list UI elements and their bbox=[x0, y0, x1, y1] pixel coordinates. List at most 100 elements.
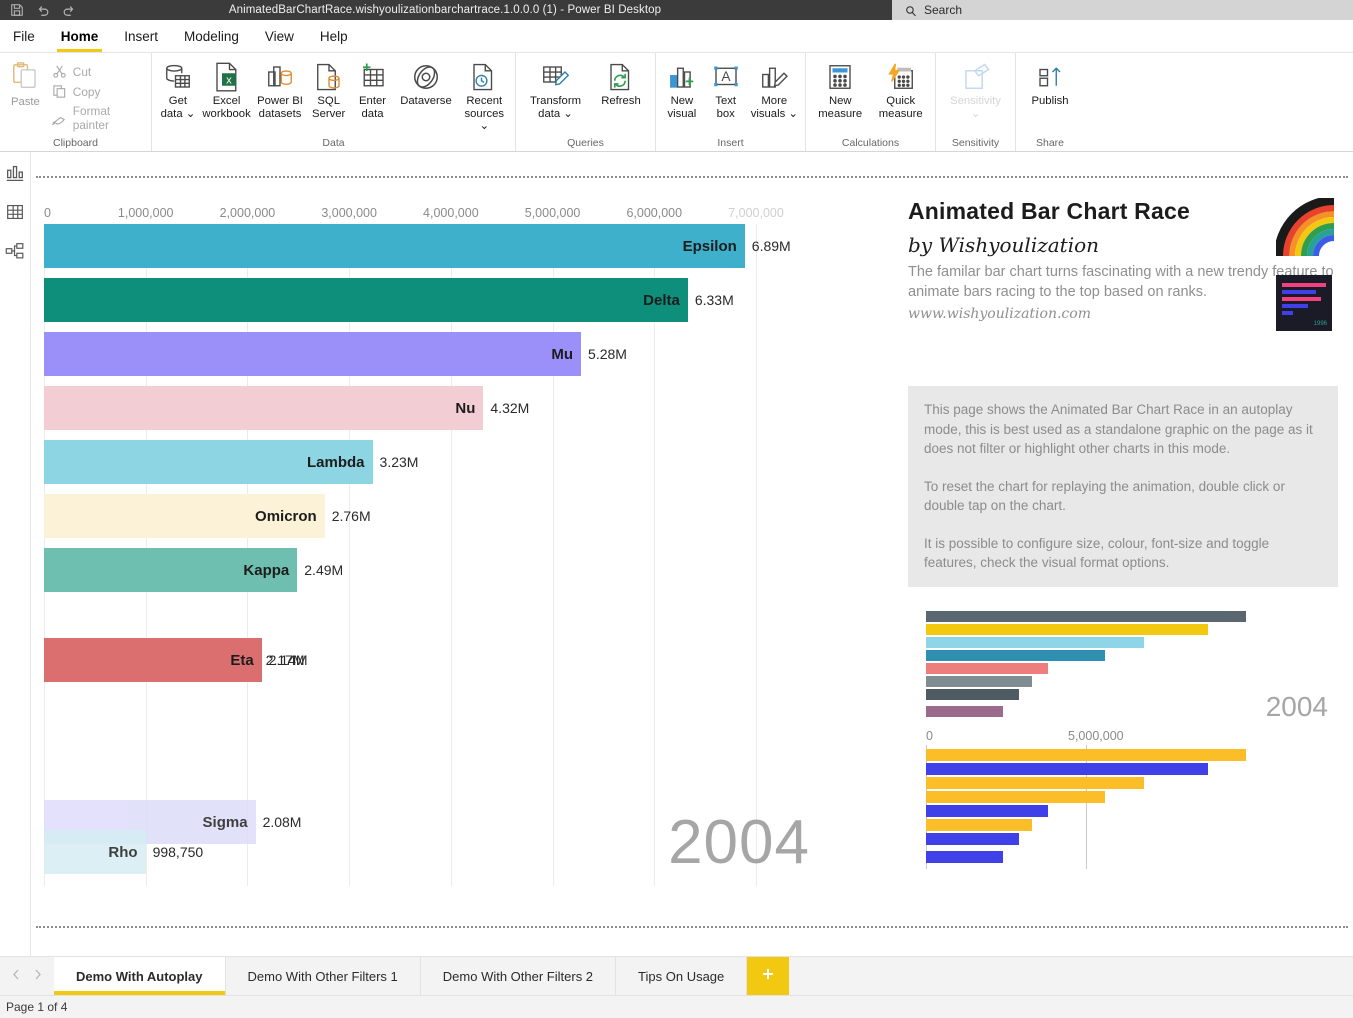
tab-view[interactable]: View bbox=[252, 20, 307, 52]
mini-chart-top[interactable]: 2004 bbox=[908, 610, 1338, 723]
add-page-button[interactable] bbox=[747, 957, 790, 995]
bar-category-label: Delta bbox=[643, 291, 680, 309]
x-axis-tick: 4,000,000 bbox=[423, 206, 479, 220]
text-box-button[interactable]: A Text box bbox=[704, 57, 748, 122]
tab-home[interactable]: Home bbox=[48, 20, 112, 52]
more-visuals-icon bbox=[759, 59, 789, 95]
bar-row[interactable]: Eta 2.14M 2.17M bbox=[44, 638, 308, 682]
mini-axis-tick: 5,000,000 bbox=[1068, 728, 1124, 743]
tab-file[interactable]: File bbox=[0, 20, 48, 52]
text-box-label-1: Text bbox=[715, 95, 737, 107]
ribbon-toolbar: Paste Cut Copy Format painter Clipboard … bbox=[0, 53, 1353, 152]
bar-row[interactable]: Omicron 2.76M bbox=[44, 494, 371, 538]
bar[interactable]: Delta bbox=[44, 278, 688, 322]
dataverse-button[interactable]: Dataverse bbox=[394, 57, 457, 110]
new-visual-button[interactable]: New visual bbox=[660, 57, 704, 122]
group-label-insert: Insert bbox=[717, 137, 744, 149]
publish-icon bbox=[1035, 59, 1065, 95]
report-page-canvas[interactable]: 0 1,000,000 2,000,000 3,000,000 4,000,000 5,0… bbox=[36, 176, 1348, 928]
enter-data-button[interactable]: Enter data bbox=[351, 57, 395, 122]
tab-help[interactable]: Help bbox=[307, 20, 361, 52]
powerbi-datasets-button[interactable]: Power BI datasets bbox=[253, 57, 306, 122]
bar[interactable]: Eta bbox=[44, 638, 262, 682]
cut-button[interactable]: Cut bbox=[47, 63, 147, 80]
new-visual-label-2: visual bbox=[667, 107, 697, 120]
status-bar: Page 1 of 4 bbox=[0, 995, 1353, 1018]
x-axis-tick: 3,000,000 bbox=[321, 206, 377, 220]
bar[interactable]: Omicron bbox=[44, 494, 325, 538]
quick-measure-button[interactable]: Quick measure bbox=[871, 57, 932, 122]
copy-button[interactable]: Copy bbox=[47, 83, 147, 100]
chevron-right-icon[interactable] bbox=[33, 967, 42, 985]
ribbon-group-sensitivity: Sensitivity ⌄ Sensitivity bbox=[936, 53, 1016, 151]
ribbon-group-clipboard: Paste Cut Copy Format painter Clipboard bbox=[0, 53, 152, 151]
bar-row[interactable]: Rho 998,750 bbox=[44, 830, 203, 874]
more-visuals-button[interactable]: More visuals ⌄ bbox=[748, 57, 801, 122]
page-tab-demo-with-other-filters-1[interactable]: Demo With Other Filters 1 bbox=[225, 957, 421, 995]
ribbon-group-calculations: New measure Quick measure Calculations bbox=[806, 53, 936, 151]
year-label: 2004 bbox=[668, 808, 810, 877]
bar-row[interactable]: Nu 4.32M bbox=[44, 386, 529, 430]
group-label-sensitivity: Sensitivity bbox=[951, 137, 1000, 149]
mini-axis-tick: 0 bbox=[926, 728, 933, 743]
enter-data-icon bbox=[358, 59, 388, 95]
bar[interactable]: Mu bbox=[44, 332, 582, 376]
bar[interactable]: Rho bbox=[44, 830, 146, 874]
mini-bar bbox=[926, 748, 1246, 761]
animated-bar-chart-race-visual[interactable]: 0 1,000,000 2,000,000 3,000,000 4,000,000 5,0… bbox=[44, 206, 874, 886]
text-box-icon: A bbox=[711, 59, 741, 95]
format-painter-button[interactable]: Format painter bbox=[47, 103, 147, 133]
x-axis: 0 1,000,000 2,000,000 3,000,000 4,000,000 5,0… bbox=[44, 206, 874, 224]
page-tab-demo-with-other-filters-2[interactable]: Demo With Other Filters 2 bbox=[420, 957, 617, 995]
get-data-button[interactable]: Get data ⌄ bbox=[156, 57, 200, 122]
bar-value-label: 6.33M bbox=[694, 292, 734, 308]
transform-data-button[interactable]: Transform data ⌄ bbox=[520, 57, 591, 122]
transform-data-label-2: data ⌄ bbox=[538, 107, 573, 120]
bar-value-label-transition: 2.17M bbox=[265, 652, 305, 668]
sql-server-button[interactable]: SQL Server bbox=[307, 57, 351, 122]
bar-race-logo-icon: 1996 bbox=[1276, 275, 1332, 331]
mini-bar bbox=[926, 610, 1246, 622]
get-data-label-2: data ⌄ bbox=[160, 107, 196, 120]
bar-value-label: 4.32M bbox=[490, 400, 530, 416]
cut-label: Cut bbox=[72, 64, 92, 79]
mini-bar bbox=[926, 776, 1144, 789]
excel-icon: x bbox=[213, 59, 241, 95]
publish-button[interactable]: Publish bbox=[1020, 57, 1080, 110]
bar-row[interactable]: Epsilon 6.89M bbox=[44, 224, 791, 268]
bar-row[interactable]: Mu 5.28M bbox=[44, 332, 627, 376]
report-view-icon[interactable] bbox=[4, 162, 26, 184]
recent-sources-label-1: Recent bbox=[466, 95, 503, 107]
page-tab-demo-with-autoplay[interactable]: Demo With Autoplay bbox=[54, 957, 226, 995]
mini-bar bbox=[926, 623, 1208, 635]
paste-button[interactable]: Paste bbox=[4, 57, 47, 108]
refresh-button[interactable]: Refresh bbox=[591, 57, 651, 110]
tab-insert[interactable]: Insert bbox=[111, 20, 171, 52]
mini-bar bbox=[926, 804, 1048, 817]
excel-workbook-button[interactable]: x Excel workbook bbox=[200, 57, 253, 122]
enter-data-label-2: data bbox=[361, 107, 384, 120]
bar[interactable]: Kappa bbox=[44, 548, 298, 592]
mini-chart-bottom[interactable]: 0 5,000,000 bbox=[908, 729, 1338, 869]
new-measure-label-1: New bbox=[828, 95, 852, 107]
svg-text:A: A bbox=[721, 69, 731, 84]
bar-row[interactable]: Kappa 2.49M bbox=[44, 548, 343, 592]
new-measure-button[interactable]: New measure bbox=[810, 57, 871, 122]
mini-bar bbox=[926, 832, 1019, 845]
bar[interactable]: Nu bbox=[44, 386, 484, 430]
bar[interactable]: Lambda bbox=[44, 440, 373, 484]
tab-modeling[interactable]: Modeling bbox=[171, 20, 252, 52]
group-label-data: Data bbox=[322, 137, 345, 149]
sensitivity-button[interactable]: Sensitivity ⌄ bbox=[940, 57, 1011, 122]
chevron-left-icon[interactable] bbox=[12, 967, 21, 985]
bar-row[interactable]: Delta 6.33M bbox=[44, 278, 734, 322]
bar-row[interactable]: Lambda 3.23M bbox=[44, 440, 418, 484]
page-tab-tips-on-usage[interactable]: Tips On Usage bbox=[616, 957, 748, 995]
paste-icon bbox=[10, 61, 40, 96]
search-input[interactable]: Search bbox=[892, 0, 1353, 20]
recent-sources-button[interactable]: Recent sources ⌄ bbox=[458, 57, 511, 135]
bar[interactable]: Epsilon bbox=[44, 224, 745, 268]
data-view-icon[interactable] bbox=[4, 201, 26, 223]
page-tab-bar: Demo With Autoplay Demo With Other Filte… bbox=[0, 956, 1353, 995]
model-view-icon[interactable] bbox=[4, 240, 26, 262]
